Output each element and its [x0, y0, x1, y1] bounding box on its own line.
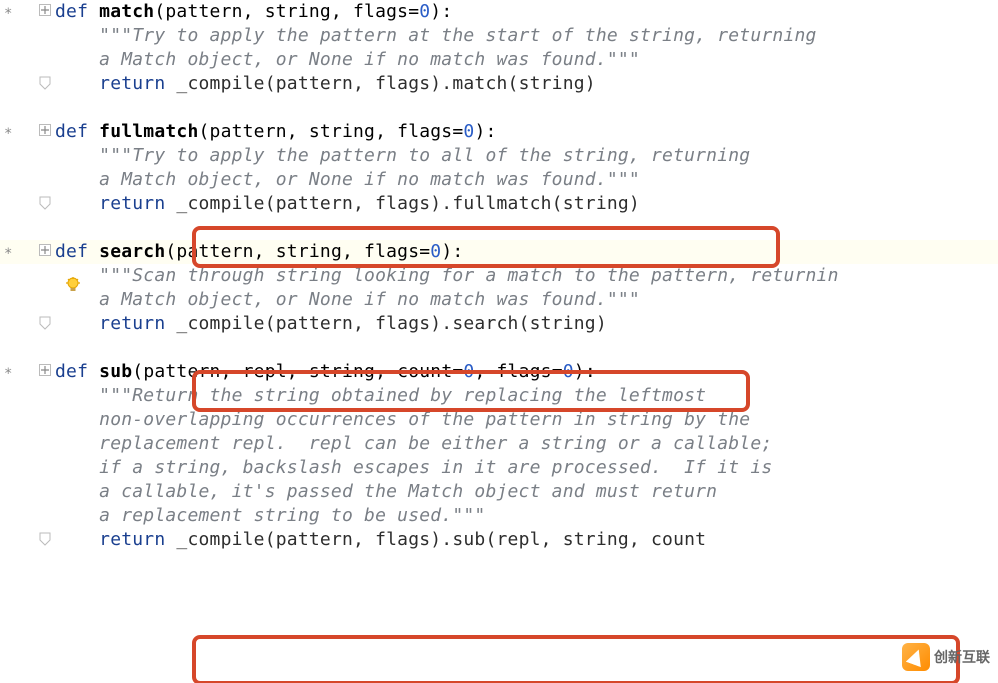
watermark-text: 创新互联 [934, 645, 990, 669]
fold-toggle[interactable] [39, 4, 51, 16]
fold-toggle[interactable] [39, 244, 51, 256]
code-line[interactable]: def sub(pattern, repl, string, count=0, … [55, 360, 596, 384]
code-line[interactable]: replacement repl. repl can be either a s… [55, 432, 772, 456]
code-line[interactable]: return _compile(pattern, flags).search(s… [55, 312, 607, 336]
fold-toggle[interactable] [39, 364, 51, 376]
code-line[interactable]: if a string, backslash escapes in it are… [55, 456, 772, 480]
code-line[interactable]: a Match object, or None if no match was … [55, 288, 640, 312]
fold-toggle[interactable] [39, 124, 51, 136]
highlight-box [192, 635, 960, 683]
code-line[interactable]: return _compile(pattern, flags).sub(repl… [55, 528, 706, 552]
code-line[interactable]: """Scan through string looking for a mat… [55, 264, 839, 288]
code-line[interactable]: return _compile(pattern, flags).fullmatc… [55, 192, 640, 216]
code-line[interactable]: a Match object, or None if no match was … [55, 48, 640, 72]
modified-marker: * [4, 362, 12, 386]
code-line[interactable]: """Return the string obtained by replaci… [55, 384, 706, 408]
watermark-logo-icon [902, 643, 930, 671]
code-line[interactable]: """Try to apply the pattern at the start… [55, 24, 817, 48]
code-line[interactable]: a Match object, or None if no match was … [55, 168, 640, 192]
code-line[interactable]: return _compile(pattern, flags).match(st… [55, 72, 596, 96]
code-line[interactable]: """Try to apply the pattern to all of th… [55, 144, 750, 168]
code-line[interactable]: a replacement string to be used.""" [55, 504, 485, 528]
modified-marker: * [4, 2, 12, 26]
code-line[interactable]: non-overlapping occurrences of the patte… [55, 408, 750, 432]
modified-marker: * [4, 122, 12, 146]
block-end-icon [39, 76, 51, 90]
code-line[interactable]: a callable, it's passed the Match object… [55, 480, 717, 504]
block-end-icon [39, 196, 51, 210]
code-line[interactable]: def search(pattern, string, flags=0): [55, 240, 463, 264]
code-line[interactable]: def fullmatch(pattern, string, flags=0): [55, 120, 497, 144]
code-line[interactable]: def match(pattern, string, flags=0): [55, 0, 452, 24]
code-editor[interactable]: * def match(pattern, string, flags=0): "… [0, 0, 998, 683]
block-end-icon [39, 532, 51, 546]
block-end-icon [39, 316, 51, 330]
modified-marker: * [4, 242, 12, 266]
watermark: 创新互联 [902, 643, 990, 671]
